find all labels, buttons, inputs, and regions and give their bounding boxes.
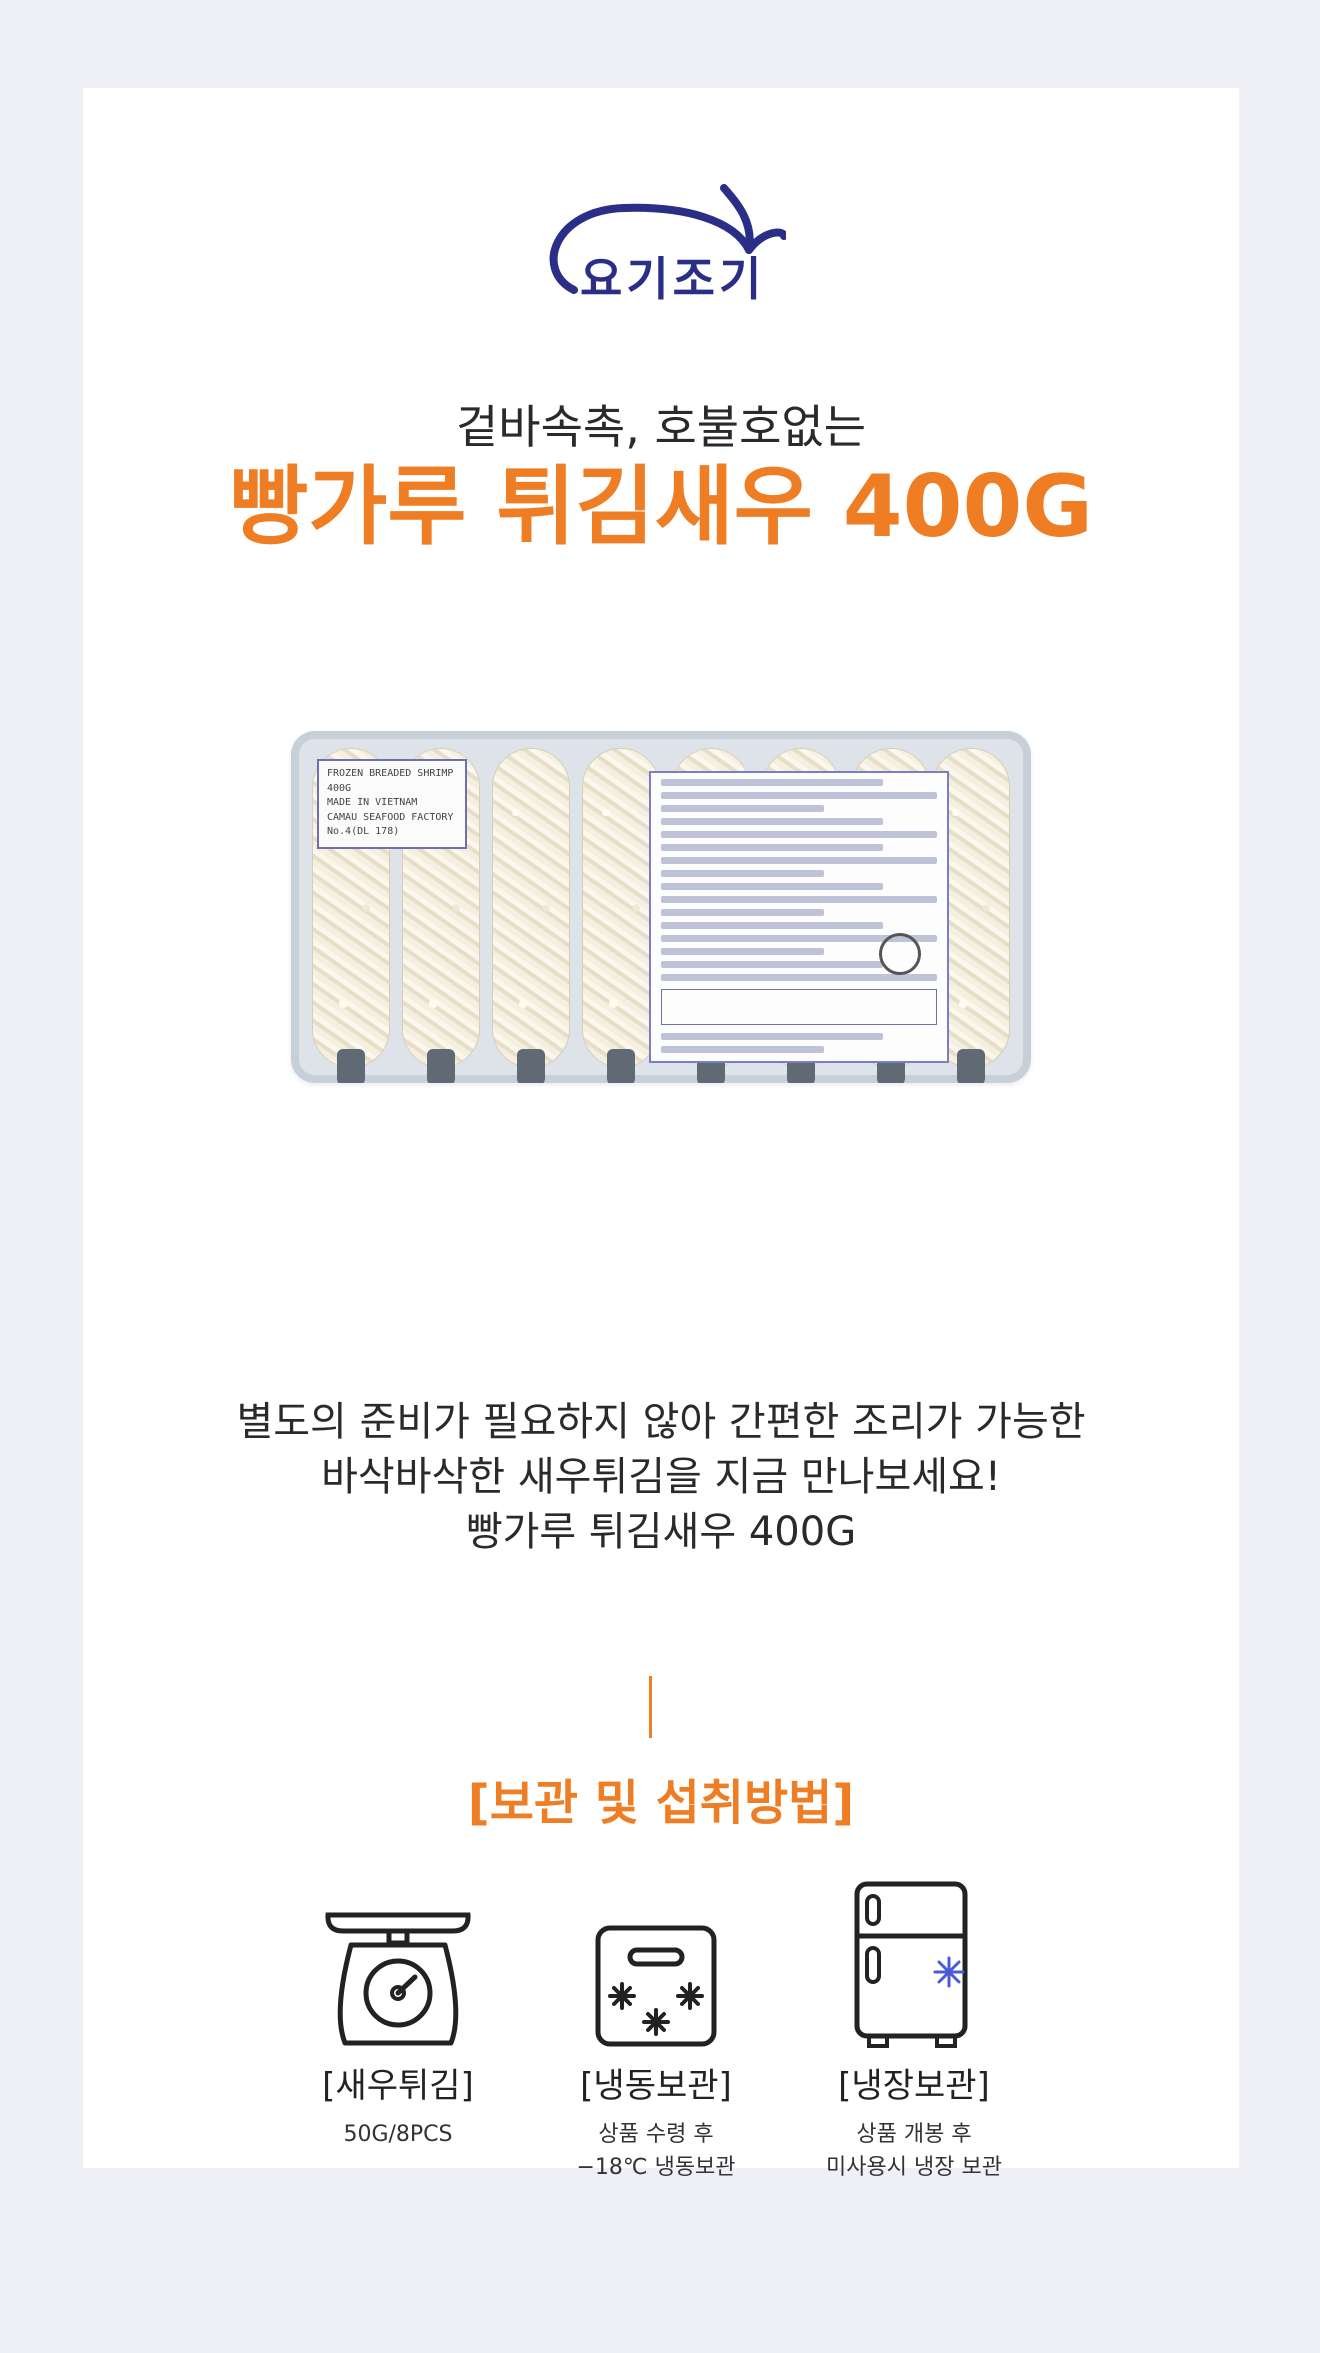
refrigerator-icon <box>854 1881 968 2048</box>
package-tag: FROZEN BREADED SHRIMP 400G MADE IN VIETN… <box>317 759 467 849</box>
tag-line: CAMAU SEAFOOD FACTORY No.4(DL 178) <box>327 811 454 838</box>
shrimp-tail <box>337 1049 365 1083</box>
tag-line: 400G <box>327 782 352 794</box>
storage-label: [냉동보관] <box>580 2066 732 2106</box>
tag-line: FROZEN BREADED SHRIMP <box>327 768 454 779</box>
description-line: 바삭바삭한 새우튀김을 지금 만나보세요! <box>321 1454 1001 1500</box>
storage-note: 50G/8PCS <box>343 2122 453 2147</box>
storage-note: 미사용시 냉장 보관 <box>826 2155 1002 2180</box>
shrimp-tail <box>607 1049 635 1083</box>
product-title: 빵가루 튀김새우 400G <box>229 457 1093 557</box>
description-line: 별도의 준비가 필요하지 않아 간편한 조리가 가능한 <box>236 1399 1086 1445</box>
breaded-shrimp <box>493 749 569 1067</box>
description-line: 빵가루 튀김새우 400G <box>465 1509 857 1555</box>
section-divider <box>649 1676 652 1738</box>
breaded-shrimp <box>583 749 659 1067</box>
storage-note: 상품 개봉 후 <box>856 2122 972 2147</box>
shrimp-tail <box>517 1049 545 1083</box>
tag-line: MADE IN VIETNAM <box>327 797 418 808</box>
snowflake-icon <box>933 1956 965 1988</box>
shrimp-tail <box>957 1049 985 1083</box>
storage-label: [냉장보관] <box>838 2066 990 2106</box>
storage-label: [새우튀김] <box>322 2066 474 2106</box>
product-detail-card: 요기조기 겉바속촉, 호불호없는 빵가루 튀김새우 400G FROZEN BR… <box>83 88 1239 2180</box>
product-photo: FROZEN BREADED SHRIMP 400G MADE IN VIETN… <box>291 731 1031 1083</box>
shrimp-tail <box>427 1049 455 1083</box>
scale-icon <box>325 1912 471 2046</box>
product-description: 별도의 준비가 필요하지 않아 간편한 조리가 가능한 바삭바삭한 새우튀김을 … <box>83 1395 1239 1560</box>
storage-note: −18℃ 냉동보관 <box>576 2155 736 2180</box>
recycle-icon <box>879 933 921 975</box>
brand-name: 요기조기 <box>580 252 766 306</box>
storage-note: 상품 수령 후 <box>598 2122 714 2147</box>
storage-section-title: [보관 및 섭취방법] <box>467 1775 855 1831</box>
freezer-box-icon <box>595 1925 717 2047</box>
package-info-label <box>649 771 949 1063</box>
product-subtitle: 겉바속촉, 호불호없는 <box>455 400 867 454</box>
